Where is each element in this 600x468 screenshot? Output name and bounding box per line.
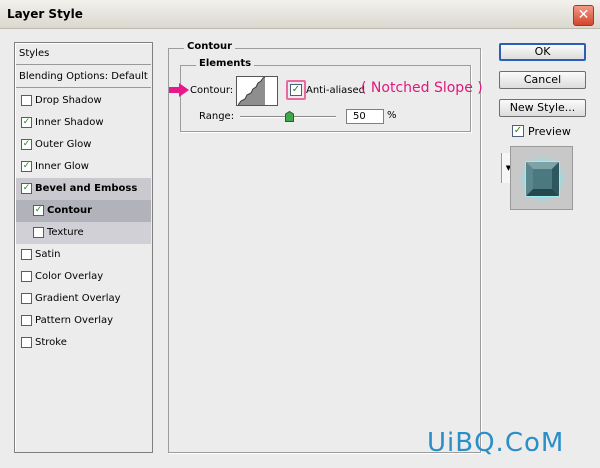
drop-shadow-checkbox[interactable] [21,95,32,106]
style-item-contour[interactable]: ✓ Contour [16,200,151,222]
styles-header[interactable]: Styles [16,43,151,65]
anti-aliased-checkbox[interactable]: ✓ [290,84,302,96]
window-title: Layer Style [7,7,83,21]
style-item-inner-glow[interactable]: ✓ Inner Glow [16,156,151,178]
close-button[interactable]: ✕ [573,5,594,26]
elements-group-title: Elements [196,58,255,69]
contour-checkbox[interactable]: ✓ [33,205,44,216]
new-style-button[interactable]: New Style... [499,99,586,117]
preview-checkbox[interactable]: ✓ [512,125,524,137]
texture-checkbox[interactable] [33,227,44,238]
preview-image [517,153,568,205]
style-item-color-overlay[interactable]: Color Overlay [16,266,151,288]
range-unit: % [387,110,397,121]
contour-picker[interactable]: ▼ [236,76,515,183]
anti-aliased-label: Anti-aliased [306,85,366,96]
ok-button[interactable]: OK [499,43,586,61]
styles-list-panel: Styles Blending Options: Default Drop Sh… [14,42,153,453]
notched-slope-annotation: ( Notched Slope ) [361,80,483,96]
style-item-label: Contour [47,205,93,216]
style-item-label: Inner Shadow [35,117,104,128]
blending-options-item[interactable]: Blending Options: Default [16,66,151,88]
color-overlay-checkbox[interactable] [21,271,32,282]
style-item-label: Outer Glow [35,139,92,150]
gradient-overlay-checkbox[interactable] [21,293,32,304]
outer-glow-checkbox[interactable]: ✓ [21,139,32,150]
range-label: Range: [199,111,235,122]
style-item-label: Gradient Overlay [35,293,121,304]
style-item-label: Satin [35,249,61,260]
style-item-pattern-overlay[interactable]: Pattern Overlay [16,310,151,332]
style-item-outer-glow[interactable]: ✓ Outer Glow [16,134,151,156]
style-item-drop-shadow[interactable]: Drop Shadow [16,90,151,112]
style-item-label: Bevel and Emboss [35,183,138,194]
title-bar: Layer Style ✕ [0,0,600,29]
pink-arrow-icon [169,83,189,97]
pattern-overlay-checkbox[interactable] [21,315,32,326]
style-item-label: Inner Glow [35,161,89,172]
style-item-texture[interactable]: Texture [16,222,151,244]
preview-thumbnail [510,146,573,210]
style-item-label: Pattern Overlay [35,315,114,326]
style-item-stroke[interactable]: Stroke [16,332,151,354]
style-item-gradient-overlay[interactable]: Gradient Overlay [16,288,151,310]
style-item-label: Texture [47,227,84,238]
style-item-label: Color Overlay [35,271,104,282]
preview-label: Preview [528,125,571,138]
stroke-checkbox[interactable] [21,337,32,348]
satin-checkbox[interactable] [21,249,32,260]
style-item-inner-shadow[interactable]: ✓ Inner Shadow [16,112,151,134]
contour-label: Contour: [190,85,234,96]
inner-shadow-checkbox[interactable]: ✓ [21,117,32,128]
contour-group-title: Contour [184,41,236,52]
watermark-text: UiBQ.CoM [427,428,565,458]
style-item-label: Stroke [35,337,67,348]
style-item-label: Drop Shadow [35,95,102,106]
range-slider-thumb[interactable] [285,111,294,122]
style-item-satin[interactable]: Satin [16,244,151,266]
notched-slope-contour-icon [238,77,265,105]
style-item-bevel-emboss[interactable]: ✓ Bevel and Emboss [16,178,151,200]
range-input[interactable]: 50 [346,109,384,124]
cancel-button[interactable]: Cancel [499,71,586,89]
bevel-emboss-checkbox[interactable]: ✓ [21,183,32,194]
inner-glow-checkbox[interactable]: ✓ [21,161,32,172]
